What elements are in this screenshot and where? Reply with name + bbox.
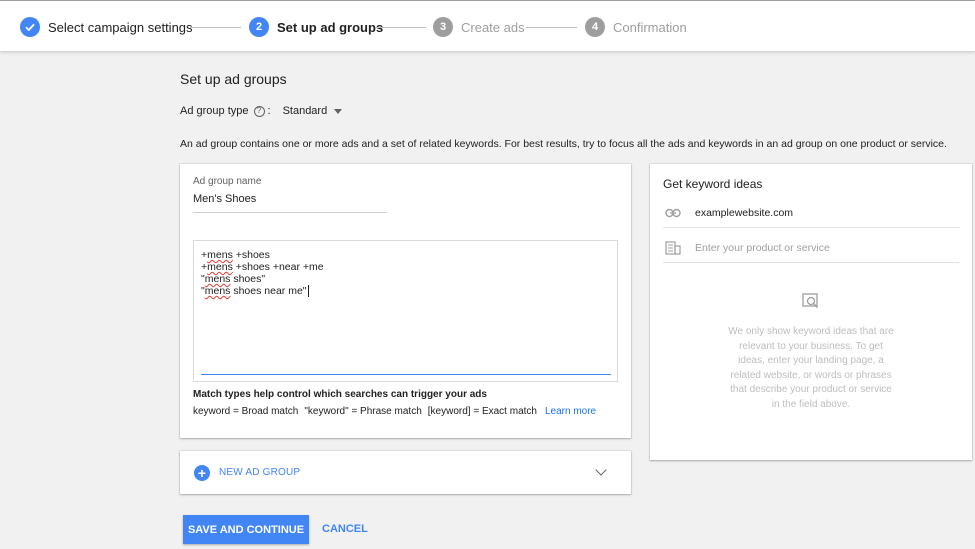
step-label: Create ads <box>461 19 525 35</box>
exact-match-text: [keyword] = Exact match <box>427 406 537 417</box>
search-document-icon <box>800 291 822 313</box>
step-set-up-ad-groups[interactable]: 2 Set up ad groups <box>249 16 383 38</box>
broad-match-text: keyword = Broad match <box>193 406 299 417</box>
product-service-placeholder: Enter your product or service <box>695 241 830 254</box>
step-connector <box>376 27 426 28</box>
dropdown-caret-icon <box>334 108 343 114</box>
check-icon <box>20 17 40 37</box>
product-service-input[interactable]: Enter your product or service <box>663 233 959 263</box>
step-label: Confirmation <box>613 19 687 35</box>
website-value: examplewebsite.com <box>695 206 794 219</box>
step-confirmation[interactable]: 4 Confirmation <box>585 16 687 38</box>
new-ad-group-label: NEW AD GROUP <box>219 467 301 478</box>
ad-group-type-row: Ad group type ? : Standard <box>180 105 343 117</box>
phrase-match-text: "keyword" = Phrase match <box>304 406 422 417</box>
step-label: Select campaign settings <box>48 19 193 35</box>
keyword-line: +mens +shoes +near +me <box>201 261 324 273</box>
step-select-campaign-settings[interactable]: Select campaign settings <box>20 16 193 38</box>
keyword-ideas-panel: Get keyword ideas examplewebsite.com Ent… <box>650 164 972 460</box>
ad-group-type-value: Standard <box>282 105 328 117</box>
website-input[interactable]: examplewebsite.com <box>663 198 959 228</box>
top-divider <box>0 0 975 1</box>
match-types-title: Match types help control which searches … <box>193 389 487 400</box>
step-connector <box>190 27 241 28</box>
ad-group-name-input[interactable]: Men's Shoes <box>193 193 387 213</box>
ad-group-name-label: Ad group name <box>193 176 262 187</box>
step-number: 3 <box>433 17 453 37</box>
help-icon[interactable]: ? <box>253 105 265 117</box>
textarea-focus-underline <box>201 374 611 375</box>
step-number: 4 <box>585 17 605 37</box>
keyword-list: +mens +shoes +mens +shoes +near +me "men… <box>201 249 324 297</box>
keyword-ideas-empty-message: We only show keyword ideas that are rele… <box>728 326 894 410</box>
text-cursor: ​ <box>307 285 309 297</box>
learn-more-link[interactable]: Learn more <box>545 406 596 417</box>
step-label: Set up ad groups <box>277 19 384 35</box>
match-types-legend: keyword = Broad match "keyword" = Phrase… <box>193 406 602 417</box>
page-title: Set up ad groups <box>180 71 287 87</box>
ad-group-type-dropdown[interactable]: Standard <box>283 105 343 117</box>
link-icon <box>663 206 683 220</box>
plus-circle-icon: + <box>194 465 210 481</box>
step-connector <box>526 27 577 28</box>
cancel-button[interactable]: CANCEL <box>322 523 368 535</box>
step-number: 2 <box>249 17 269 37</box>
step-create-ads[interactable]: 3 Create ads <box>433 16 525 38</box>
keyword-line: +mens +shoes <box>201 249 270 261</box>
keyword-line: "mens shoes near me"​ <box>201 285 309 297</box>
product-grid-icon <box>663 240 683 255</box>
ad-group-description: An ad group contains one or more ads and… <box>180 138 947 150</box>
chevron-down-icon[interactable] <box>595 464 607 476</box>
new-ad-group-card[interactable]: + NEW AD GROUP <box>180 451 631 494</box>
keyword-ideas-title: Get keyword ideas <box>663 177 763 191</box>
keyword-line: "mens shoes" <box>201 273 266 285</box>
progress-stepper: Select campaign settings 2 Set up ad gro… <box>0 0 975 52</box>
colon: : <box>267 105 271 117</box>
save-and-continue-button[interactable]: SAVE AND CONTINUE <box>183 515 309 544</box>
ad-group-card: Ad group name Men's Shoes +mens +shoes +… <box>180 164 631 438</box>
ad-group-type-label: Ad group type <box>180 105 249 117</box>
keywords-textarea[interactable]: +mens +shoes +mens +shoes +near +me "men… <box>193 240 618 382</box>
